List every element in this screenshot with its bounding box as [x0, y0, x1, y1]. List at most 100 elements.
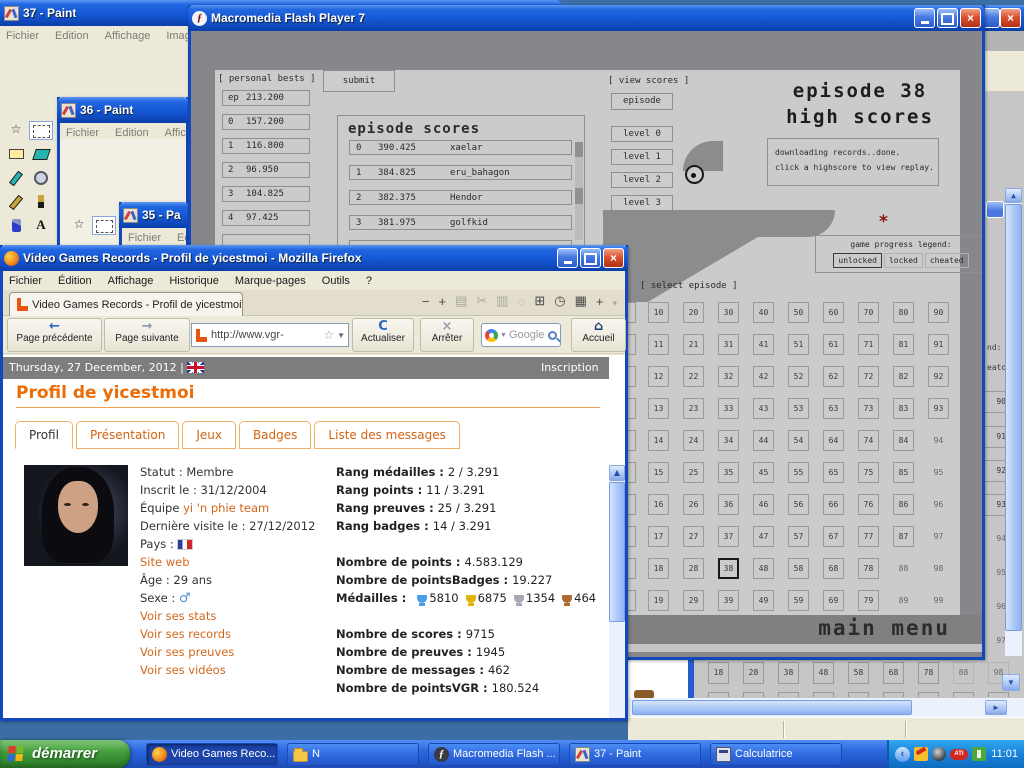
- episode-79[interactable]: 79: [858, 590, 879, 611]
- personal-best-row[interactable]: 296.950: [222, 162, 310, 178]
- taskbar-item-firefox[interactable]: Video Games Reco...: [146, 743, 278, 766]
- episode-67[interactable]: 67: [823, 526, 844, 547]
- episode-34[interactable]: 34: [718, 430, 739, 451]
- home-button[interactable]: ⌂ Accueil: [571, 318, 626, 352]
- episode-99[interactable]: 99: [928, 590, 949, 611]
- episode-score-row[interactable]: 2382.375Hendor: [349, 190, 572, 205]
- clock[interactable]: 11:01: [991, 748, 1018, 760]
- scroll-right-icon[interactable]: ►: [985, 700, 1007, 715]
- print-icon[interactable]: [575, 293, 587, 309]
- episode-32[interactable]: 32: [718, 366, 739, 387]
- episode-score-row[interactable]: 3381.975golfkid: [349, 215, 572, 230]
- episode-45[interactable]: 45: [753, 462, 774, 483]
- maximize-button[interactable]: [937, 8, 958, 28]
- episode-31[interactable]: 31: [718, 334, 739, 355]
- episode-28[interactable]: 28: [683, 558, 704, 579]
- episode-78[interactable]: 78: [918, 662, 939, 684]
- profile-link[interactable]: Voir ses preuves: [140, 645, 234, 659]
- taskbar-item-flash[interactable]: Macromedia Flash ...: [428, 743, 560, 766]
- episode-37[interactable]: 37: [718, 526, 739, 547]
- maximize-button[interactable]: [580, 248, 601, 268]
- profile-tab-jeux[interactable]: Jeux: [182, 421, 236, 449]
- episode-41[interactable]: 41: [753, 334, 774, 355]
- team-link[interactable]: yi 'n phie team: [183, 501, 269, 515]
- episode-33[interactable]: 33: [718, 398, 739, 419]
- episode-97[interactable]: 97: [928, 526, 949, 547]
- search-placeholder[interactable]: Google: [509, 329, 544, 341]
- tool-magnifier-icon[interactable]: [29, 169, 53, 188]
- episode-29[interactable]: 29: [683, 590, 704, 611]
- tool-eraser-icon[interactable]: [4, 145, 28, 164]
- background-window-titlebar[interactable]: ×: [985, 5, 1024, 31]
- search-magnifier-icon[interactable]: [548, 331, 557, 340]
- scroll-up-icon[interactable]: ▲: [1005, 188, 1022, 203]
- firefox-menu-item[interactable]: Édition: [58, 275, 92, 287]
- paint36-menu-item[interactable]: Edition: [115, 127, 149, 139]
- tool-brush-icon[interactable]: [29, 193, 53, 212]
- episode-38[interactable]: 38: [778, 662, 799, 684]
- tool-fill-icon[interactable]: [29, 145, 53, 164]
- forward-button[interactable]: → Page suivante: [104, 318, 190, 352]
- personal-best-row[interactable]: 497.425: [222, 210, 310, 226]
- episode-83[interactable]: 83: [893, 398, 914, 419]
- episode-58[interactable]: 58: [788, 558, 809, 579]
- scroll-down-icon[interactable]: ▼: [1002, 674, 1020, 691]
- background-window-close-button[interactable]: ×: [1000, 8, 1021, 28]
- episode-58[interactable]: 58: [848, 662, 869, 684]
- episode-score-row[interactable]: 0390.425xaelar: [349, 140, 572, 155]
- taskbar-item-calculator[interactable]: Calculatrice: [710, 743, 842, 766]
- firefox-titlebar[interactable]: Video Games Records - Profil de yicestmo…: [0, 245, 628, 271]
- episode-75[interactable]: 75: [858, 462, 879, 483]
- episode-93[interactable]: 93: [928, 398, 949, 419]
- inscription-link[interactable]: Inscription: [541, 357, 607, 379]
- firefox-menu-item[interactable]: ?: [366, 275, 372, 287]
- scrollbar-thumb[interactable]: [609, 482, 625, 622]
- submit-button[interactable]: submit: [323, 70, 395, 92]
- episode-54[interactable]: 54: [788, 430, 809, 451]
- episode-19[interactable]: 19: [648, 590, 669, 611]
- episode-10[interactable]: 10: [648, 302, 669, 323]
- scroll-up-icon[interactable]: ▲: [609, 465, 625, 481]
- scrollbar-thumb[interactable]: [575, 188, 583, 204]
- close-button[interactable]: ×: [603, 248, 624, 268]
- view-level-0-button[interactable]: level 0: [611, 126, 673, 142]
- paint37-menu-item[interactable]: Edition: [55, 30, 89, 42]
- episode-40[interactable]: 40: [753, 302, 774, 323]
- firefox-menu-item[interactable]: Fichier: [9, 275, 42, 287]
- episode-52[interactable]: 52: [788, 366, 809, 387]
- stop-button[interactable]: × Arrêter: [420, 318, 474, 352]
- episode-85[interactable]: 85: [893, 462, 914, 483]
- episode-14[interactable]: 14: [648, 430, 669, 451]
- episode-49[interactable]: 49: [753, 590, 774, 611]
- episode-62[interactable]: 62: [823, 366, 844, 387]
- background-window-restore-button[interactable]: [985, 8, 1000, 28]
- episode-22[interactable]: 22: [683, 366, 704, 387]
- episode-63[interactable]: 63: [823, 398, 844, 419]
- episode-96[interactable]: 96: [928, 494, 949, 515]
- personal-best-row[interactable]: ep213.200: [222, 90, 310, 106]
- episode-88[interactable]: 88: [953, 662, 974, 684]
- profile-link[interactable]: Voir ses stats: [140, 609, 216, 623]
- paint35-menu-item[interactable]: Fichier: [128, 232, 161, 244]
- episode-64[interactable]: 64: [823, 430, 844, 451]
- profile-tab-liste-des-messages[interactable]: Liste des messages: [314, 421, 459, 449]
- episode-91[interactable]: 91: [928, 334, 949, 355]
- episode-25[interactable]: 25: [683, 462, 704, 483]
- personal-best-row[interactable]: 0157.200: [222, 114, 310, 130]
- episode-66[interactable]: 66: [823, 494, 844, 515]
- profile-tab-badges[interactable]: Badges: [239, 421, 311, 449]
- episode-18[interactable]: 18: [708, 662, 729, 684]
- tool-select-icon[interactable]: [92, 216, 116, 235]
- profile-tab-profil[interactable]: Profil: [15, 421, 73, 449]
- new-window-icon[interactable]: [534, 293, 545, 309]
- episode-23[interactable]: 23: [683, 398, 704, 419]
- episode-89[interactable]: 89: [893, 590, 914, 611]
- back-button[interactable]: ← Page précédente: [7, 318, 102, 352]
- browser-tab[interactable]: Video Games Records - Profil de yicestmo…: [9, 292, 243, 316]
- firefox-menu-item[interactable]: Outils: [322, 275, 350, 287]
- vertical-scrollbar[interactable]: ▲ ▼: [609, 465, 625, 718]
- bookmark-star-icon[interactable]: ☆: [323, 328, 334, 342]
- episode-72[interactable]: 72: [858, 366, 879, 387]
- dropdown-icon[interactable]: [612, 294, 617, 309]
- episode-15[interactable]: 15: [648, 462, 669, 483]
